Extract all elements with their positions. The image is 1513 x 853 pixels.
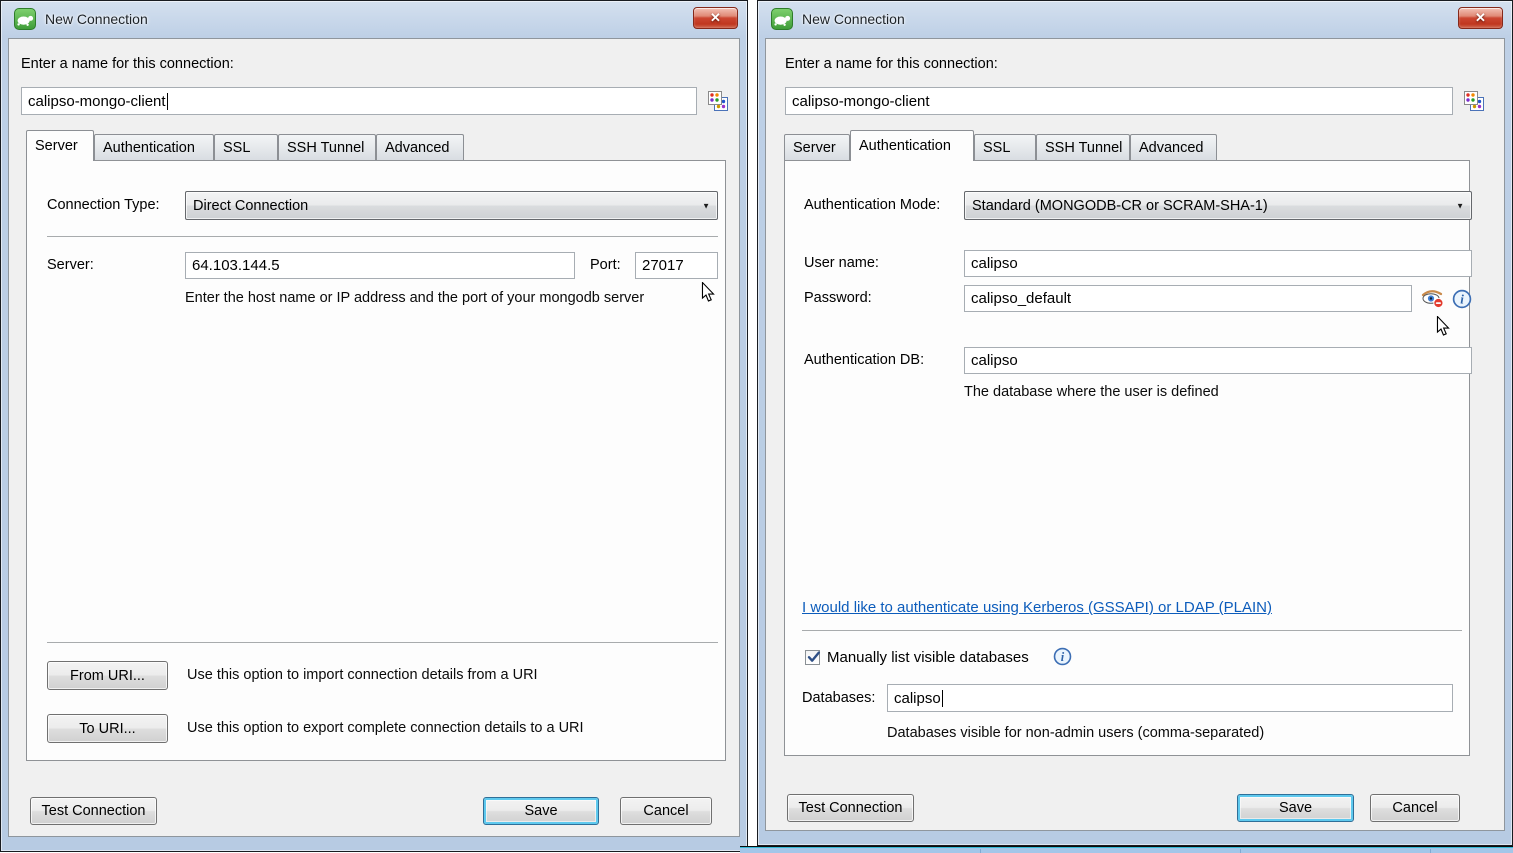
auth-db-value: calipso [971,352,1018,369]
authentication-tab-panel: Authentication Mode: Standard (MONGODB-C… [784,160,1470,756]
tab-server[interactable]: Server [26,130,94,161]
connection-name-label: Enter a name for this connection: [21,56,234,72]
svg-text:i: i [1061,650,1065,664]
color-picker-button[interactable] [707,90,729,112]
save-button[interactable]: Save [483,797,599,825]
save-button[interactable]: Save [1237,794,1354,822]
username-value: calipso [971,255,1018,272]
test-connection-button[interactable]: Test Connection [787,794,914,822]
window-title: New Connection [45,1,148,38]
databases-value: calipso [894,690,941,707]
column-divider [980,849,981,853]
manually-list-databases-checkbox[interactable] [805,650,820,665]
close-button[interactable]: ✕ [1458,7,1503,29]
from-uri-button[interactable]: From URI... [47,661,168,690]
server-input[interactable]: 64.103.144.5 [185,252,575,279]
auth-db-help-text: The database where the user is defined [964,384,1219,400]
databases-label: Databases: [802,684,875,712]
port-input[interactable]: 27017 [635,252,718,279]
show-password-eye-icon[interactable] [1419,287,1445,314]
tab-ssh-tunnel[interactable]: SSH Tunnel [278,134,376,160]
tab-server[interactable]: Server [784,134,850,160]
server-tab-panel: Connection Type: Direct Connection ▼ Ser… [26,160,726,761]
databases-help-text: Databases visible for non-admin users (c… [887,725,1264,741]
password-info-icon[interactable]: i [1452,289,1472,314]
databases-input[interactable]: calipso [887,684,1453,712]
dialog-body: Enter a name for this connection: calips… [8,38,740,837]
separator [47,236,718,237]
connection-name-value: calipso-mongo-client [28,93,166,110]
close-icon: ✕ [710,10,721,25]
tab-ssl[interactable]: SSL [974,134,1036,160]
databases-info-icon[interactable]: i [1053,647,1072,671]
connection-type-select[interactable]: Direct Connection ▼ [185,191,718,220]
app-icon [771,8,793,30]
separator [47,642,718,643]
username-input[interactable]: calipso [964,250,1472,277]
username-label: User name: [804,250,879,277]
tab-ssh-tunnel[interactable]: SSH Tunnel [1036,134,1130,160]
color-picker-button[interactable] [1463,90,1485,112]
mouse-cursor [1436,316,1450,342]
port-label: Port: [590,252,621,279]
test-connection-button[interactable]: Test Connection [30,797,157,825]
tab-advanced[interactable]: Advanced [1130,134,1217,160]
password-label: Password: [804,285,872,312]
auth-mode-label: Authentication Mode: [804,191,940,220]
cancel-button[interactable]: Cancel [1370,794,1460,822]
close-button[interactable]: ✕ [693,7,738,29]
checkmark-icon [806,649,822,665]
to-uri-button[interactable]: To URI... [47,714,168,743]
tab-authentication[interactable]: Authentication [94,134,214,160]
server-value: 64.103.144.5 [192,257,280,274]
port-value: 27017 [642,257,684,274]
svg-text:i: i [1460,292,1464,307]
connection-name-input[interactable]: calipso-mongo-client [21,87,697,115]
cancel-button[interactable]: Cancel [620,797,712,825]
column-divider [1240,849,1241,853]
dialog-body: Enter a name for this connection: calips… [765,38,1505,831]
auth-mode-select[interactable]: Standard (MONGODB-CR or SCRAM-SHA-1) ▼ [964,191,1472,220]
manually-list-databases-label: Manually list visible databases [827,649,1029,666]
auth-db-label: Authentication DB: [804,347,924,374]
connection-name-label: Enter a name for this connection: [785,56,998,72]
new-connection-dialog-server: New Connection ✕ Enter a name for this c… [0,0,748,852]
tab-authentication[interactable]: Authentication [850,130,974,161]
tab-ssl[interactable]: SSL [214,134,278,160]
close-icon: ✕ [1475,10,1486,25]
text-caret [942,690,944,707]
titlebar[interactable]: New Connection ✕ [758,1,1512,38]
chevron-down-icon: ▼ [702,201,710,210]
server-label: Server: [47,252,94,279]
titlebar[interactable]: New Connection ✕ [1,1,747,38]
connection-type-value: Direct Connection [193,198,308,214]
connection-name-input[interactable]: calipso-mongo-client [785,87,1453,115]
connection-type-label: Connection Type: [47,191,160,220]
password-input[interactable]: calipso_default [964,285,1412,312]
window-title: New Connection [802,1,905,38]
auth-db-input[interactable]: calipso [964,347,1472,374]
to-uri-help-text: Use this option to export complete conne… [187,714,584,743]
app-icon [14,8,36,30]
column-divider [1430,849,1431,853]
new-connection-dialog-authentication: New Connection ✕ Enter a name for this c… [757,0,1513,846]
auth-mode-value: Standard (MONGODB-CR or SCRAM-SHA-1) [972,198,1268,214]
server-help-text: Enter the host name or IP address and th… [185,290,644,306]
mouse-cursor [701,282,715,308]
separator [802,630,1462,631]
kerberos-ldap-link[interactable]: I would like to authenticate using Kerbe… [802,599,1272,616]
text-caret [167,93,169,110]
tab-advanced[interactable]: Advanced [376,134,464,160]
password-value: calipso_default [971,290,1071,307]
from-uri-help-text: Use this option to import connection det… [187,661,538,690]
connection-name-value: calipso-mongo-client [792,93,930,110]
chevron-down-icon: ▼ [1456,201,1464,210]
